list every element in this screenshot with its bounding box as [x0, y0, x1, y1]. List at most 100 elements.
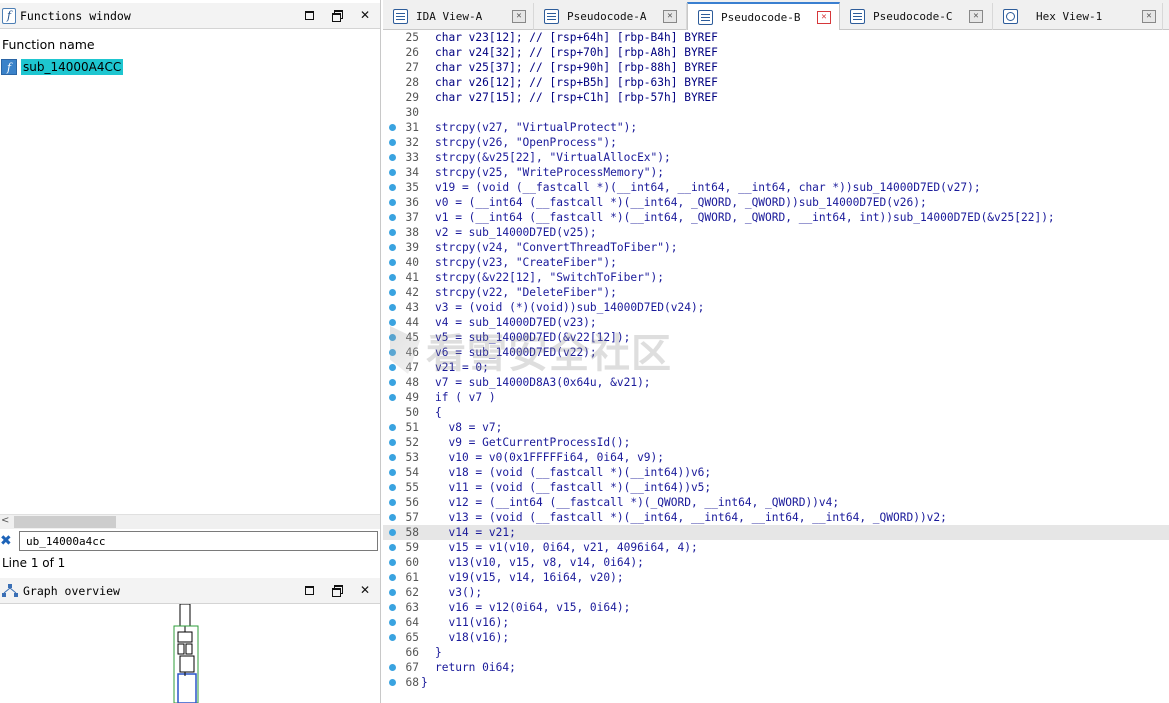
breakpoint-dot-icon[interactable]	[389, 544, 396, 551]
breakpoint-dot-icon[interactable]	[389, 169, 396, 176]
code-line[interactable]: 54 v18 = (void (__fastcall *)(__int64))v…	[383, 465, 1169, 480]
breakpoint-dot-icon[interactable]	[389, 139, 396, 146]
graph-overview-canvas[interactable]	[0, 603, 380, 703]
breakpoint-dot-icon[interactable]	[389, 529, 396, 536]
code-line[interactable]: 57 v13 = (void (__fastcall *)(__int64, _…	[383, 510, 1169, 525]
code-text[interactable]: strcpy(v27, "VirtualProtect");	[435, 120, 637, 135]
code-text[interactable]: strcpy(v26, "OpenProcess");	[435, 135, 617, 150]
code-line[interactable]: 56 v12 = (__int64 (__fastcall *)(_QWORD,…	[383, 495, 1169, 510]
code-line[interactable]: 45 v5 = sub_14000D7ED(&v22[12]);	[383, 330, 1169, 345]
code-text[interactable]: v19 = (void (__fastcall *)(__int64, __in…	[435, 180, 981, 195]
breakpoint-dot-icon[interactable]	[389, 229, 396, 236]
code-line[interactable]: 62 v3();	[383, 585, 1169, 600]
breakpoint-dot-icon[interactable]	[389, 214, 396, 221]
code-text[interactable]: v6 = sub_14000D7ED(v22);	[435, 345, 597, 360]
breakpoint-dot-icon[interactable]	[389, 514, 396, 521]
code-line[interactable]: 44 v4 = sub_14000D7ED(v23);	[383, 315, 1169, 330]
tab-pseudocode-c[interactable]: Pseudocode-C ✕	[840, 3, 993, 30]
code-text[interactable]: v4 = sub_14000D7ED(v23);	[435, 315, 597, 330]
close-button[interactable]: ✕	[358, 7, 372, 23]
code-line[interactable]: 30	[383, 105, 1169, 120]
breakpoint-dot-icon[interactable]	[389, 184, 396, 191]
breakpoint-dot-icon[interactable]	[389, 379, 396, 386]
code-text[interactable]: v5 = sub_14000D7ED(&v22[12]);	[435, 330, 630, 345]
code-line[interactable]: 39 strcpy(v24, "ConvertThreadToFiber");	[383, 240, 1169, 255]
code-line[interactable]: 28 char v26[12]; // [rsp+B5h] [rbp-63h] B…	[383, 75, 1169, 90]
code-line[interactable]: 52 v9 = GetCurrentProcessId();	[383, 435, 1169, 450]
code-line[interactable]: 36 v0 = (__int64 (__fastcall *)(__int64, …	[383, 195, 1169, 210]
code-text[interactable]: v1 = (__int64 (__fastcall *)(__int64, _Q…	[435, 210, 1055, 225]
clear-filter-icon[interactable]: ✖	[0, 533, 14, 549]
float-button[interactable]	[330, 7, 344, 23]
code-line[interactable]: 40 strcpy(v23, "CreateFiber");	[383, 255, 1169, 270]
scrollbar-thumb[interactable]	[14, 516, 116, 528]
breakpoint-dot-icon[interactable]	[389, 394, 396, 401]
code-text[interactable]: }	[435, 645, 442, 660]
code-line[interactable]: 33 strcpy(&v25[22], "VirtualAllocEx");	[383, 150, 1169, 165]
breakpoint-dot-icon[interactable]	[389, 424, 396, 431]
code-line[interactable]: 51 v8 = v7;	[383, 420, 1169, 435]
code-line[interactable]: 48 v7 = sub_14000D8A3(0x64u, &v21);	[383, 375, 1169, 390]
breakpoint-dot-icon[interactable]	[389, 664, 396, 671]
code-text[interactable]: v13(v10, v15, v8, v14, 0i64);	[435, 555, 643, 570]
code-line[interactable]: 63 v16 = v12(0i64, v15, 0i64);	[383, 600, 1169, 615]
code-line[interactable]: 66}	[383, 645, 1169, 660]
code-line[interactable]: 46 v6 = sub_14000D7ED(v22);	[383, 345, 1169, 360]
code-line[interactable]: 38 v2 = sub_14000D7ED(v25);	[383, 225, 1169, 240]
code-text[interactable]: v14 = v21;	[435, 525, 515, 540]
code-text[interactable]: strcpy(v22, "DeleteFiber");	[435, 285, 617, 300]
code-line[interactable]: 53 v10 = v0(0x1FFFFFi64, 0i64, v9);	[383, 450, 1169, 465]
breakpoint-dot-icon[interactable]	[389, 244, 396, 251]
code-text[interactable]: char v27[15]; // [rsp+C1h] [rbp-57h] BYR…	[435, 90, 718, 105]
code-text[interactable]: v11(v16);	[435, 615, 509, 630]
code-text[interactable]: char v25[37]; // [rsp+90h] [rbp-88h] BYR…	[435, 60, 718, 75]
breakpoint-dot-icon[interactable]	[389, 439, 396, 446]
code-line[interactable]: 55 v11 = (void (__fastcall *)(__int64))v…	[383, 480, 1169, 495]
code-text[interactable]: }	[421, 675, 428, 690]
float-button[interactable]	[330, 582, 344, 598]
code-text[interactable]: v18 = (void (__fastcall *)(__int64))v6;	[435, 465, 711, 480]
code-line[interactable]: 37 v1 = (__int64 (__fastcall *)(__int64, …	[383, 210, 1169, 225]
minimize-button[interactable]	[302, 7, 316, 23]
code-line[interactable]: 31 strcpy(v27, "VirtualProtect");	[383, 120, 1169, 135]
code-line[interactable]: 59 v15 = v1(v10, 0i64, v21, 4096i64, 4);	[383, 540, 1169, 555]
code-text[interactable]: if ( v7 )	[435, 390, 496, 405]
code-line[interactable]: 42 strcpy(v22, "DeleteFiber");	[383, 285, 1169, 300]
code-text[interactable]: strcpy(&v25[22], "VirtualAllocEx");	[435, 150, 671, 165]
tab-hex-view-1[interactable]: Hex View-1 ✕	[993, 3, 1163, 30]
code-line[interactable]: 29 char v27[15]; // [rsp+C1h] [rbp-57h] B…	[383, 90, 1169, 105]
code-text[interactable]: v7 = sub_14000D8A3(0x64u, &v21);	[435, 375, 651, 390]
code-text[interactable]: {	[435, 405, 442, 420]
code-line[interactable]: 60 v13(v10, v15, v8, v14, 0i64);	[383, 555, 1169, 570]
breakpoint-dot-icon[interactable]	[389, 454, 396, 461]
breakpoint-dot-icon[interactable]	[389, 199, 396, 206]
code-text[interactable]: char v24[32]; // [rsp+70h] [rbp-A8h] BYR…	[435, 45, 718, 60]
code-line[interactable]: 49 if ( v7 )	[383, 390, 1169, 405]
code-line[interactable]: 50 {	[383, 405, 1169, 420]
code-text[interactable]: v8 = v7;	[435, 420, 502, 435]
code-line[interactable]: 68}	[383, 675, 1169, 690]
filter-input[interactable]: ub_14000a4cc	[19, 531, 378, 551]
column-header-function-name[interactable]: Function name	[2, 37, 95, 52]
breakpoint-dot-icon[interactable]	[389, 634, 396, 641]
code-text[interactable]: strcpy(v25, "WriteProcessMemory");	[435, 165, 664, 180]
close-tab-icon[interactable]: ✕	[817, 11, 831, 24]
code-text[interactable]: v13 = (void (__fastcall *)(__int64, __in…	[435, 510, 946, 525]
code-text[interactable]: v12 = (__int64 (__fastcall *)(_QWORD, __…	[435, 495, 839, 510]
code-line[interactable]: 25 char v23[12]; // [rsp+64h] [rbp-B4h] B…	[383, 30, 1169, 45]
code-line[interactable]: 27 char v25[37]; // [rsp+90h] [rbp-88h] B…	[383, 60, 1169, 75]
code-text[interactable]: return 0i64;	[435, 660, 516, 675]
breakpoint-dot-icon[interactable]	[389, 334, 396, 341]
tab-pseudocode-a[interactable]: Pseudocode-A ✕	[534, 3, 687, 30]
code-text[interactable]: v10 = v0(0x1FFFFFi64, 0i64, v9);	[435, 450, 664, 465]
close-tab-icon[interactable]: ✕	[663, 10, 677, 23]
breakpoint-dot-icon[interactable]	[389, 574, 396, 581]
code-line[interactable]: 61 v19(v15, v14, 16i64, v20);	[383, 570, 1169, 585]
code-text[interactable]: v21 = 0;	[435, 360, 489, 375]
breakpoint-dot-icon[interactable]	[389, 364, 396, 371]
breakpoint-dot-icon[interactable]	[389, 589, 396, 596]
tab-ida-view-a[interactable]: IDA View-A ✕	[383, 3, 534, 30]
close-button[interactable]: ✕	[358, 582, 372, 598]
horizontal-scrollbar[interactable]: <	[0, 514, 380, 529]
scroll-left-icon[interactable]: <	[1, 515, 9, 526]
